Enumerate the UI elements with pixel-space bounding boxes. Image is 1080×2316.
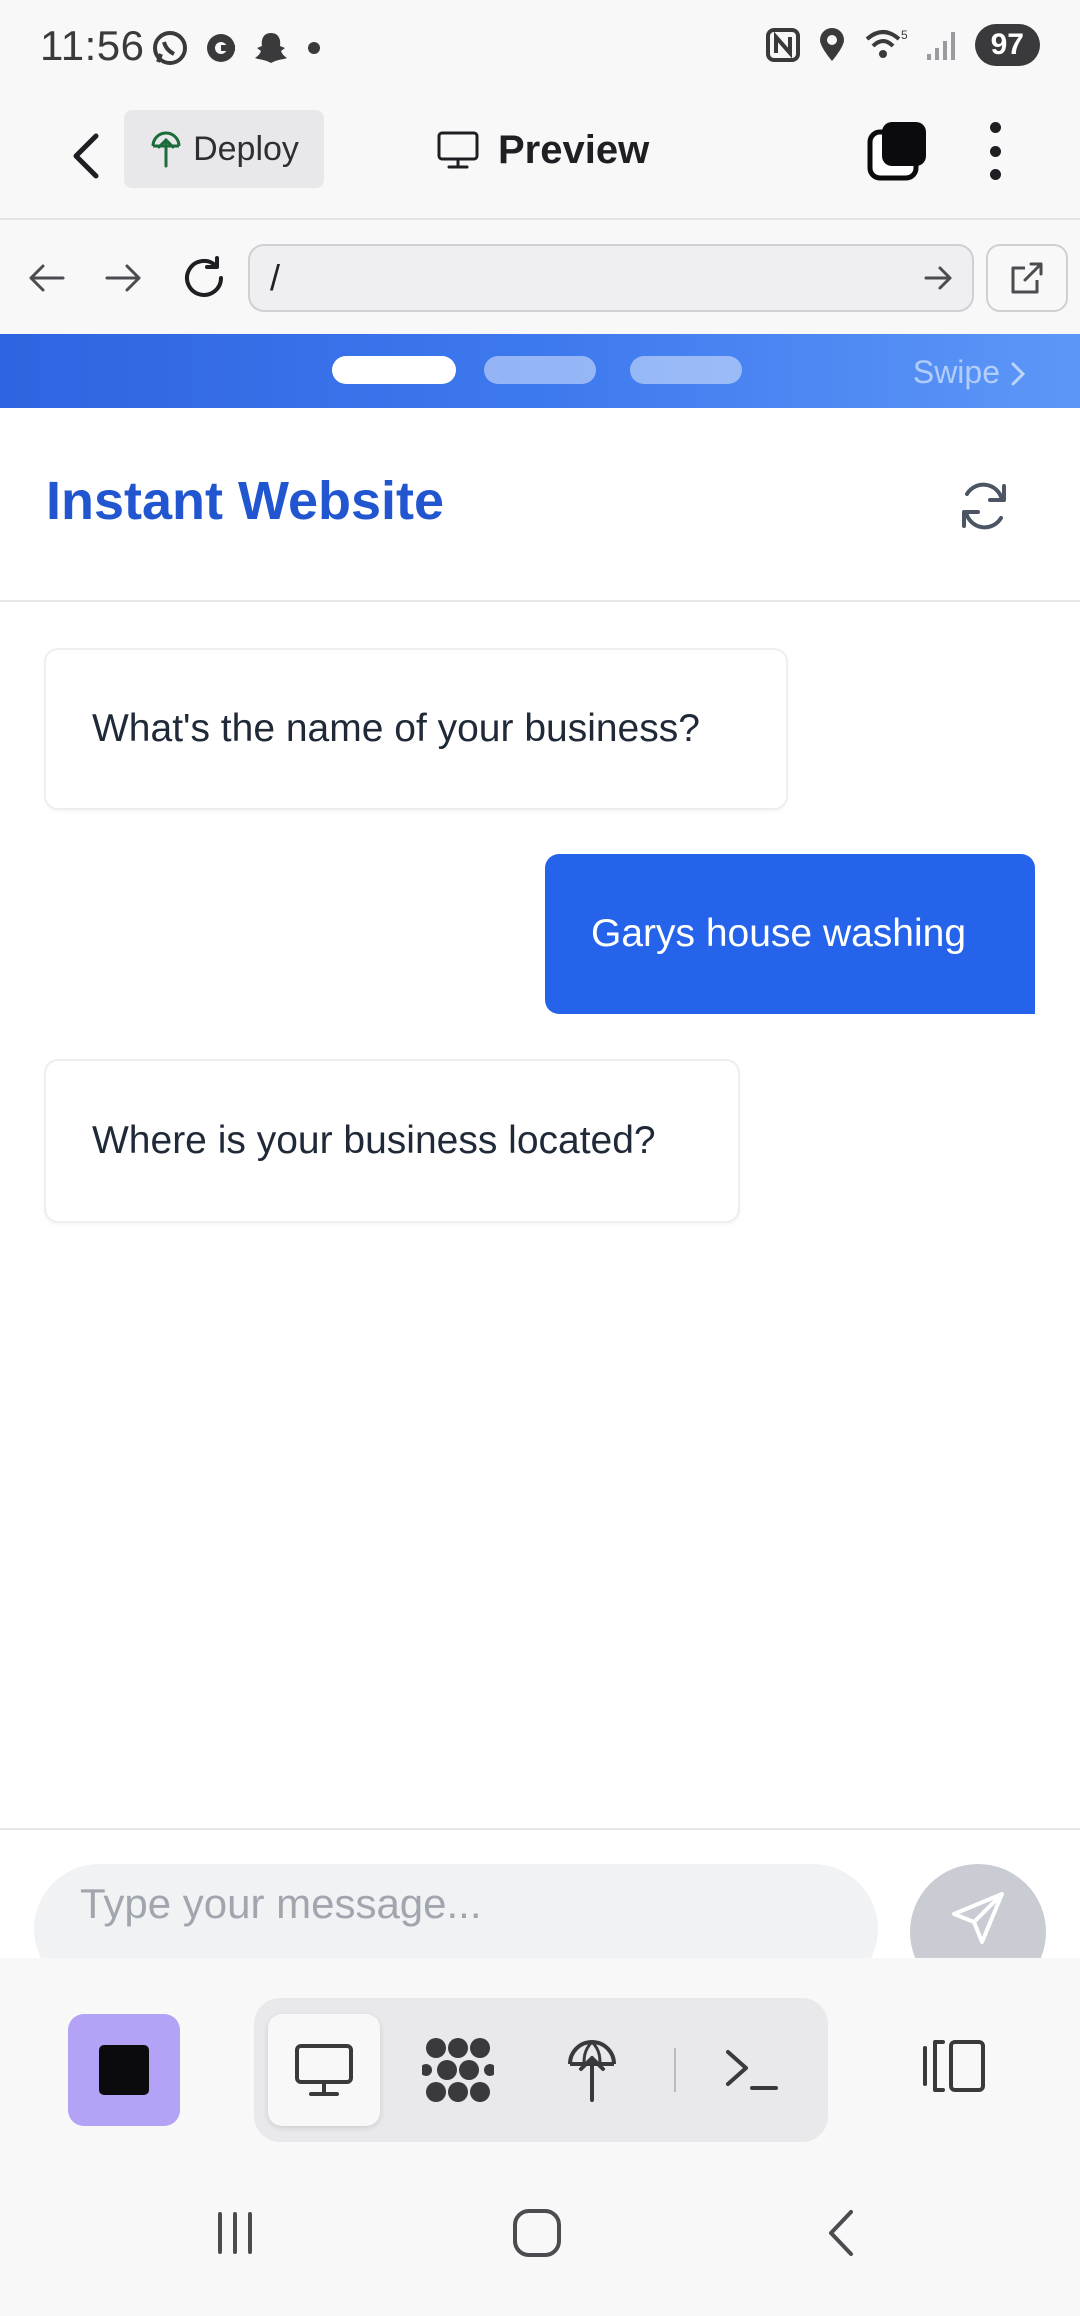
recent-apps-button[interactable] — [200, 2198, 270, 2268]
preview-label: Preview — [498, 127, 650, 172]
arrow-left-icon — [29, 264, 65, 292]
browser-reload-button[interactable] — [176, 250, 232, 306]
agent-mode-button[interactable] — [402, 2014, 514, 2126]
site-header: Instant Website — [0, 408, 1080, 602]
message-input[interactable] — [34, 1864, 878, 1958]
go-arrow-icon[interactable] — [918, 258, 958, 298]
bottom-toolbar — [0, 1958, 1080, 2169]
app-bar: Deploy Preview — [0, 96, 1080, 220]
page-dot-1[interactable] — [332, 356, 456, 384]
swipe-label: Swipe — [912, 354, 1000, 390]
send-icon — [952, 1892, 1004, 1944]
external-link-icon — [1011, 262, 1043, 294]
deploy-button[interactable]: Deploy — [124, 110, 324, 188]
whatsapp-icon — [153, 31, 187, 65]
more-menu-button[interactable] — [970, 116, 1020, 186]
home-button[interactable] — [502, 2198, 572, 2268]
page-dot-3[interactable] — [630, 356, 742, 384]
c-app-icon — [207, 34, 235, 62]
browser-bar: / — [0, 220, 1080, 334]
wifi-icon: 5 — [865, 28, 908, 58]
user-message: Garys house washing — [545, 854, 1035, 1014]
reload-icon — [185, 256, 223, 297]
system-navigation-bar — [0, 2158, 1080, 2316]
url-value: / — [270, 257, 281, 298]
site-title: Instant Website — [46, 471, 445, 531]
side-panel-button[interactable] — [918, 2030, 990, 2102]
send-button[interactable] — [910, 1864, 1046, 1958]
notification-icons — [150, 28, 324, 68]
swipe-banner[interactable]: Swipe — [0, 334, 1080, 408]
more-vertical-icon — [989, 122, 1001, 133]
page-dot-2[interactable] — [484, 356, 596, 384]
svg-text:5: 5 — [901, 28, 908, 42]
system-back-button[interactable] — [806, 2198, 876, 2268]
tabs-icon — [867, 122, 926, 181]
deploy-icon — [568, 2040, 616, 2102]
monitor-icon — [437, 131, 479, 169]
panels-icon — [923, 2040, 985, 2092]
arrow-right-icon — [105, 264, 141, 292]
refresh-icon — [962, 482, 1006, 530]
back-button[interactable] — [56, 126, 116, 186]
bot-message: What's the name of your business? — [44, 648, 788, 810]
restart-chat-button[interactable] — [954, 476, 1014, 536]
browser-forward-button[interactable] — [96, 250, 152, 306]
open-external-button[interactable] — [986, 244, 1068, 312]
home-icon — [513, 2209, 561, 2257]
back-icon — [829, 2210, 853, 2256]
recent-apps-icon — [218, 2212, 252, 2254]
bot-message: Where is your business located? — [44, 1059, 740, 1223]
chevron-right-icon — [1011, 362, 1026, 386]
url-input[interactable]: / — [248, 244, 974, 312]
dot-icon — [308, 42, 320, 54]
monitor-icon — [295, 2044, 353, 2096]
deploy-icon — [151, 131, 181, 168]
signal-icon — [926, 32, 955, 60]
deploy-mode-button[interactable] — [536, 2014, 648, 2126]
chat-thread: What's the name of your business? Garys … — [0, 602, 1080, 1828]
chevron-left-icon — [73, 133, 99, 179]
mode-switcher — [254, 1998, 828, 2142]
deploy-label: Deploy — [193, 129, 299, 168]
preview-title: Preview — [436, 120, 649, 180]
status-time: 11:56 — [40, 22, 145, 69]
mode-divider — [674, 2048, 676, 2092]
shell-mode-button[interactable] — [696, 2014, 808, 2126]
battery-level: 97 — [974, 24, 1040, 66]
stop-button[interactable] — [68, 2014, 180, 2126]
snapchat-icon — [255, 33, 287, 63]
browser-back-button[interactable] — [18, 250, 74, 306]
message-composer — [0, 1828, 1080, 1958]
location-icon — [819, 28, 844, 61]
terminal-icon — [726, 2050, 778, 2090]
status-bar: 11:56 5 97 — [0, 0, 1080, 96]
nfc-icon — [765, 28, 800, 62]
tabs-button[interactable] — [866, 118, 930, 182]
stop-icon — [99, 2045, 149, 2095]
preview-mode-button[interactable] — [268, 2014, 380, 2126]
nodes-icon — [422, 2038, 494, 2102]
system-icons: 5 97 — [765, 24, 1040, 66]
